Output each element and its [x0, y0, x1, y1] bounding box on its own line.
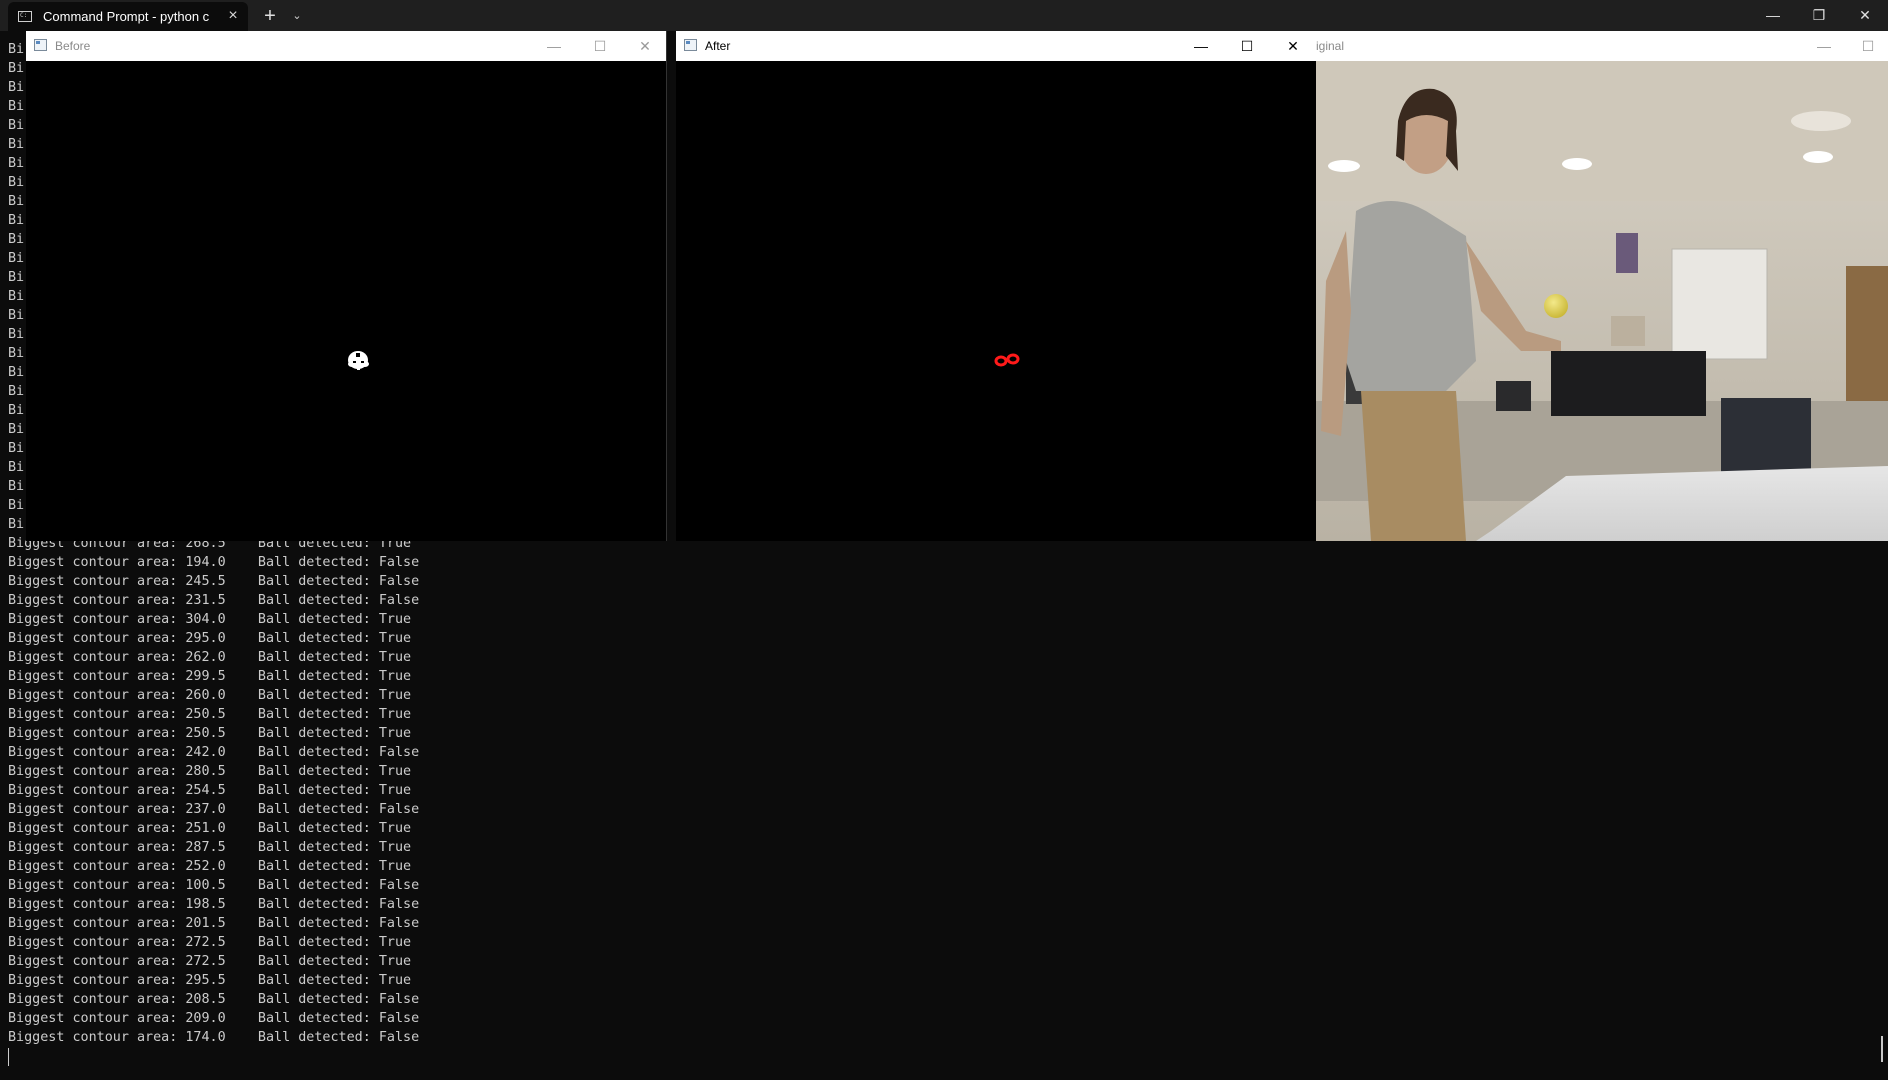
close-button[interactable]: ✕ [1842, 0, 1888, 31]
red-contour [994, 353, 1020, 367]
console-line: Biggest contour area: 272.5 Ball detecte… [8, 954, 412, 969]
before-maximize-button[interactable]: ☐ [578, 31, 622, 61]
console-line: Biggest contour area: 299.5 Ball detecte… [8, 669, 412, 684]
white-blob [348, 351, 369, 370]
opencv-window-icon [34, 39, 47, 51]
console-line: Biggest contour area: 174.0 Ball detecte… [8, 1030, 420, 1045]
person-trousers [1361, 391, 1466, 541]
console-line: Biggest contour area: 272.5 Ball detecte… [8, 935, 412, 950]
scrollbar-thumb[interactable] [1881, 1036, 1883, 1062]
ceiling-light [1803, 151, 1833, 163]
before-window-titlebar[interactable]: Before — ☐ ✕ [26, 31, 667, 61]
console-line: Biggest contour area: 262.0 Ball detecte… [8, 650, 412, 665]
ceiling-light [1791, 111, 1851, 131]
after-window-title: After [705, 39, 731, 53]
after-close-button[interactable]: ✕ [1271, 31, 1315, 61]
opencv-window-icon [684, 39, 697, 51]
console-line: Biggest contour area: 198.5 Ball detecte… [8, 897, 420, 912]
restore-button[interactable]: ❐ [1796, 0, 1842, 31]
yellow-ball [1544, 294, 1568, 318]
console-line: Biggest contour area: 280.5 Ball detecte… [8, 764, 412, 779]
console-line: Biggest contour area: 208.5 Ball detecte… [8, 992, 420, 1007]
original-window-title: iginal [1316, 39, 1345, 53]
monitor [1551, 351, 1706, 416]
tab-command-prompt[interactable]: C: Command Prompt - python c × [8, 2, 248, 31]
text-cursor [8, 1048, 9, 1066]
original-minimize-button[interactable]: — [1802, 31, 1846, 61]
before-minimize-button[interactable]: — [532, 31, 576, 61]
console-line: Biggest contour area: 194.0 Ball detecte… [8, 555, 420, 570]
before-window-title: Before [55, 39, 91, 53]
console-line: Biggest contour area: 245.5 Ball detecte… [8, 574, 420, 589]
console-line: Biggest contour area: 231.5 Ball detecte… [8, 593, 420, 608]
original-window-titlebar[interactable]: iginal — ☐ [1316, 31, 1888, 61]
tab-title: Command Prompt - python c [43, 9, 210, 24]
tab-close-icon[interactable]: × [224, 7, 242, 25]
after-maximize-button[interactable]: ☐ [1225, 31, 1269, 61]
console-line: Biggest contour area: 251.0 Ball detecte… [8, 821, 412, 836]
ceiling-light [1562, 158, 1592, 170]
chevron-down-icon[interactable]: ⌄ [287, 6, 307, 26]
console-line: Biggest contour area: 242.0 Ball detecte… [8, 745, 420, 760]
console-line: Biggest contour area: 295.0 Ball detecte… [8, 631, 412, 646]
after-minimize-button[interactable]: — [1179, 31, 1223, 61]
window-border [666, 31, 667, 541]
new-tab-button[interactable]: + [258, 4, 282, 28]
terminal-titlebar: C: Command Prompt - python c × + ⌄ — ❐ ✕ [0, 0, 1888, 31]
console-line: Biggest contour area: 254.5 Ball detecte… [8, 783, 412, 798]
binary-mask-image [348, 351, 369, 370]
console-line: Biggest contour area: 287.5 Ball detecte… [8, 840, 412, 855]
after-contour-canvas [676, 61, 1316, 541]
original-maximize-button[interactable]: ☐ [1846, 31, 1888, 61]
console-line: Biggest contour area: 209.0 Ball detecte… [8, 1011, 420, 1026]
after-window[interactable]: After — ☐ ✕ [676, 31, 1316, 541]
contour-image [994, 353, 1020, 367]
minimize-button[interactable]: — [1750, 0, 1796, 31]
webcam-frame-image [1316, 61, 1888, 541]
console-line: Biggest contour area: 250.5 Ball detecte… [8, 726, 412, 741]
console-line: Biggest contour area: 252.0 Ball detecte… [8, 859, 412, 874]
office-chair [1721, 398, 1811, 478]
ceiling-light [1328, 160, 1360, 172]
console-line: Biggest contour area: 260.0 Ball detecte… [8, 688, 412, 703]
console-line: Biggest contour area: 201.5 Ball detecte… [8, 916, 420, 931]
console-line: Biggest contour area: 100.5 Ball detecte… [8, 878, 420, 893]
console-line: Biggest contour area: 304.0 Ball detecte… [8, 612, 412, 627]
console-line: Biggest contour area: 295.5 Ball detecte… [8, 973, 412, 988]
before-mask-canvas [26, 61, 667, 541]
original-camera-canvas [1316, 61, 1888, 541]
original-window[interactable]: iginal — ☐ [1316, 31, 1888, 541]
cmd-terminal-icon: C: [18, 11, 32, 22]
whiteboard [1671, 248, 1768, 360]
console-line: Biggest contour area: 250.5 Ball detecte… [8, 707, 412, 722]
after-window-titlebar[interactable]: After — ☐ ✕ [676, 31, 1316, 61]
wall-poster [1616, 233, 1638, 273]
console-line: Biggest contour area: 237.0 Ball detecte… [8, 802, 420, 817]
before-close-button[interactable]: ✕ [623, 31, 667, 61]
monitor [1496, 381, 1531, 411]
wall-poster [1611, 316, 1645, 346]
before-window[interactable]: Before — ☐ ✕ [26, 31, 667, 541]
